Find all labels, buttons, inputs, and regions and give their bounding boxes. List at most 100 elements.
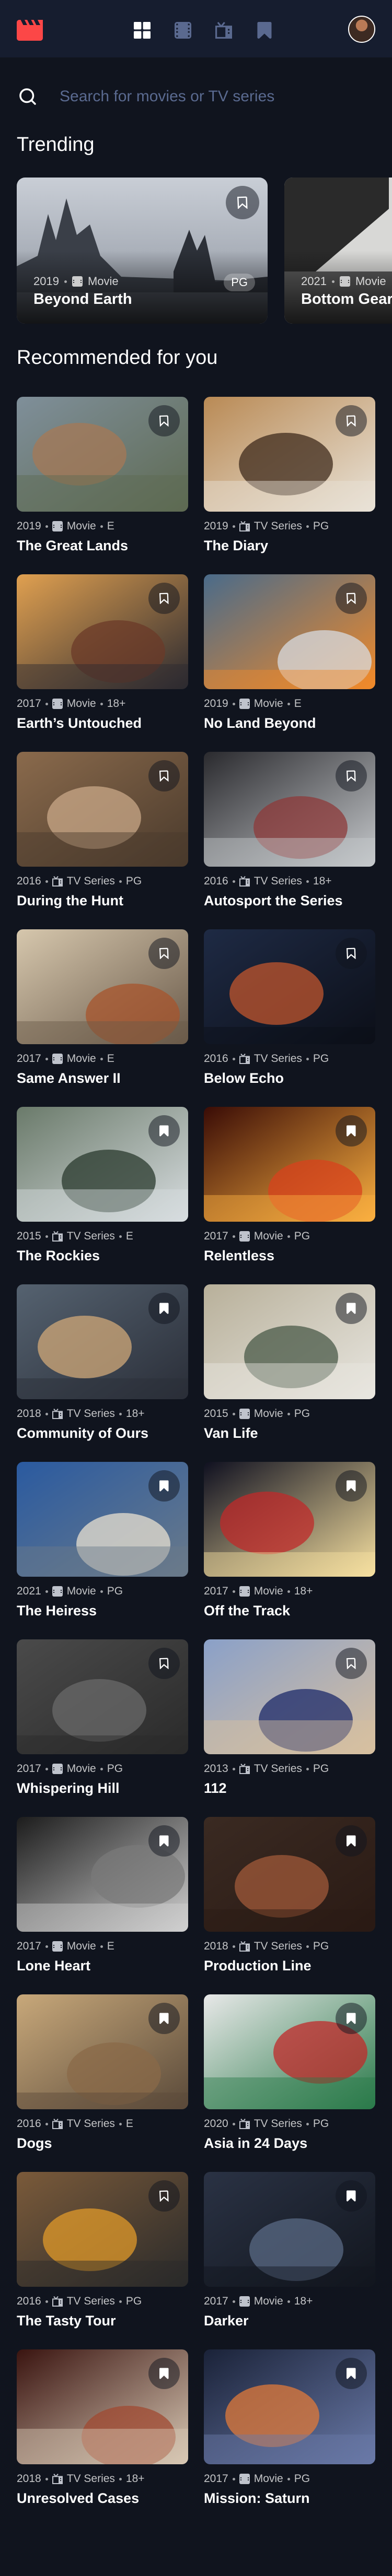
media-title: Mission: Saturn <box>204 2490 310 2506</box>
recommended-heading: Recommended for you <box>17 347 218 369</box>
separator-dot <box>287 1412 290 1415</box>
search-input[interactable] <box>59 87 353 106</box>
bookmark-button[interactable] <box>336 1825 367 1857</box>
bookmark-button[interactable] <box>336 1293 367 1324</box>
tv-category-icon <box>239 876 250 887</box>
category-label: TV Series <box>66 2295 115 2307</box>
media-card[interactable]: 2017 Movie 18+ Off the Track <box>204 1462 375 1639</box>
media-title: The Tasty Tour <box>17 2313 116 2329</box>
rating-label: 18+ <box>313 875 332 887</box>
media-card[interactable]: 2013 TV Series PG 112 <box>204 1639 375 1817</box>
media-title: Off the Track <box>204 1603 291 1618</box>
year-label: 2016 <box>17 2118 41 2130</box>
media-card[interactable]: 2015 TV Series E The Rockies <box>17 1107 188 1284</box>
media-card[interactable]: 2021 Movie PG The Heiress <box>17 1462 188 1639</box>
rating-label: 18+ <box>125 1408 145 1420</box>
trending-card[interactable]: 2019 Movie PG Beyond Earth <box>17 178 268 324</box>
media-card[interactable]: 2016 TV Series 18+ Autosport the Series <box>204 752 375 929</box>
bookmark-button[interactable] <box>336 405 367 436</box>
bookmark-button[interactable] <box>148 1470 180 1502</box>
bookmark-button[interactable] <box>336 1115 367 1147</box>
trending-heading: Trending <box>17 134 95 156</box>
media-title: The Diary <box>204 538 269 553</box>
rating-label: 18+ <box>125 2473 145 2485</box>
bookmark-button[interactable] <box>148 405 180 436</box>
media-card[interactable]: 2018 TV Series PG Production Line <box>204 1817 375 1994</box>
category-label: Movie <box>66 698 96 710</box>
rating-label: PG <box>107 1585 123 1597</box>
bookmark-outline-icon <box>159 593 169 604</box>
bookmark-button[interactable] <box>148 1648 180 1679</box>
bookmark-filled-icon <box>159 1125 169 1137</box>
separator-dot <box>119 2300 122 2303</box>
media-card[interactable]: 2017 Movie PG Relentless <box>204 1107 375 1284</box>
tv-category-icon <box>239 1941 250 1952</box>
media-card[interactable]: 2017 Movie E Same Answer II <box>17 929 188 1107</box>
media-card[interactable]: 2017 Movie PG Whispering Hill <box>17 1639 188 1817</box>
search-icon <box>19 88 36 105</box>
movie-category-icon <box>239 1409 250 1419</box>
category-label: TV Series <box>66 2118 115 2130</box>
bookmark-button[interactable] <box>336 2003 367 2034</box>
bookmark-button[interactable] <box>336 583 367 614</box>
media-card[interactable]: 2018 TV Series 18+ Unresolved Cases <box>17 2349 188 2527</box>
bookmark-button[interactable] <box>148 1293 180 1324</box>
media-card[interactable]: 2016 TV Series PG During the Hunt <box>17 752 188 929</box>
bookmark-button[interactable] <box>336 938 367 969</box>
bookmark-button[interactable] <box>148 2003 180 2034</box>
bookmark-button[interactable] <box>148 2180 180 2212</box>
media-card[interactable]: 2019 Movie E The Great Lands <box>17 397 188 574</box>
media-card[interactable]: 2017 Movie 18+ Darker <box>204 2172 375 2349</box>
movie-category-icon <box>52 699 63 709</box>
rating-label: PG <box>313 1763 329 1775</box>
rating-label: PG <box>125 2295 142 2307</box>
bookmark-button[interactable] <box>148 938 180 969</box>
media-card[interactable]: 2017 Movie E Lone Heart <box>17 1817 188 1994</box>
bookmark-filled-icon <box>347 1125 356 1137</box>
year-label: 2016 <box>204 1053 228 1065</box>
bookmark-filled-icon <box>159 2013 169 2024</box>
media-card[interactable]: 2016 TV Series E Dogs <box>17 1994 188 2172</box>
media-meta: 2017 Movie 18+ <box>17 698 125 710</box>
bookmark-button[interactable] <box>336 2180 367 2212</box>
nav-bookmarks[interactable] <box>248 20 281 41</box>
year-label: 2015 <box>17 1230 41 1242</box>
bookmark-button[interactable] <box>148 1115 180 1147</box>
media-card[interactable]: 2019 TV Series PG The Diary <box>204 397 375 574</box>
bookmark-button[interactable] <box>148 1825 180 1857</box>
nav-home[interactable] <box>125 20 159 41</box>
bookmark-button[interactable] <box>336 760 367 791</box>
media-card[interactable]: 2018 TV Series 18+ Community of Ours <box>17 1284 188 1462</box>
movie-category-icon <box>52 521 63 531</box>
bookmark-button[interactable] <box>336 1470 367 1502</box>
separator-dot <box>306 880 309 883</box>
media-card[interactable]: 2017 Movie PG Mission: Saturn <box>204 2349 375 2527</box>
media-card[interactable]: 2020 TV Series PG Asia in 24 Days <box>204 1994 375 2172</box>
bookmark-outline-icon <box>347 415 356 427</box>
media-card[interactable]: 2015 Movie PG Van Life <box>204 1284 375 1462</box>
user-avatar[interactable] <box>348 16 375 43</box>
bookmark-button[interactable] <box>148 760 180 791</box>
media-card[interactable]: 2016 TV Series PG Below Echo <box>204 929 375 1107</box>
bookmark-button[interactable] <box>148 2358 180 2389</box>
tv-category-icon <box>52 2474 63 2484</box>
media-meta: 2020 TV Series PG <box>204 2118 329 2130</box>
bookmark-button[interactable] <box>336 2358 367 2389</box>
media-card[interactable]: 2017 Movie 18+ Earth’s Untouched <box>17 574 188 752</box>
nav-movies[interactable] <box>166 20 200 41</box>
bookmark-button[interactable] <box>148 583 180 614</box>
media-meta: 2016 TV Series PG <box>17 875 142 888</box>
bookmark-button[interactable] <box>226 186 259 219</box>
logo-icon[interactable] <box>17 20 43 41</box>
trending-card[interactable]: 2021 Movie Bottom Gear <box>284 178 392 324</box>
movie-category-icon <box>239 2296 250 2307</box>
separator-dot <box>306 2122 309 2125</box>
media-title: Dogs <box>17 2135 52 2151</box>
nav-tv-series[interactable] <box>207 20 240 41</box>
media-card[interactable]: 2019 Movie E No Land Beyond <box>204 574 375 752</box>
trending-carousel[interactable]: 2019 Movie PG Beyond Earth 2021 Movie Bo… <box>17 178 392 324</box>
media-card[interactable]: 2016 TV Series PG The Tasty Tour <box>17 2172 188 2349</box>
rating-label: PG <box>313 520 329 532</box>
bookmark-button[interactable] <box>336 1648 367 1679</box>
year-label: 2017 <box>204 1230 228 1242</box>
